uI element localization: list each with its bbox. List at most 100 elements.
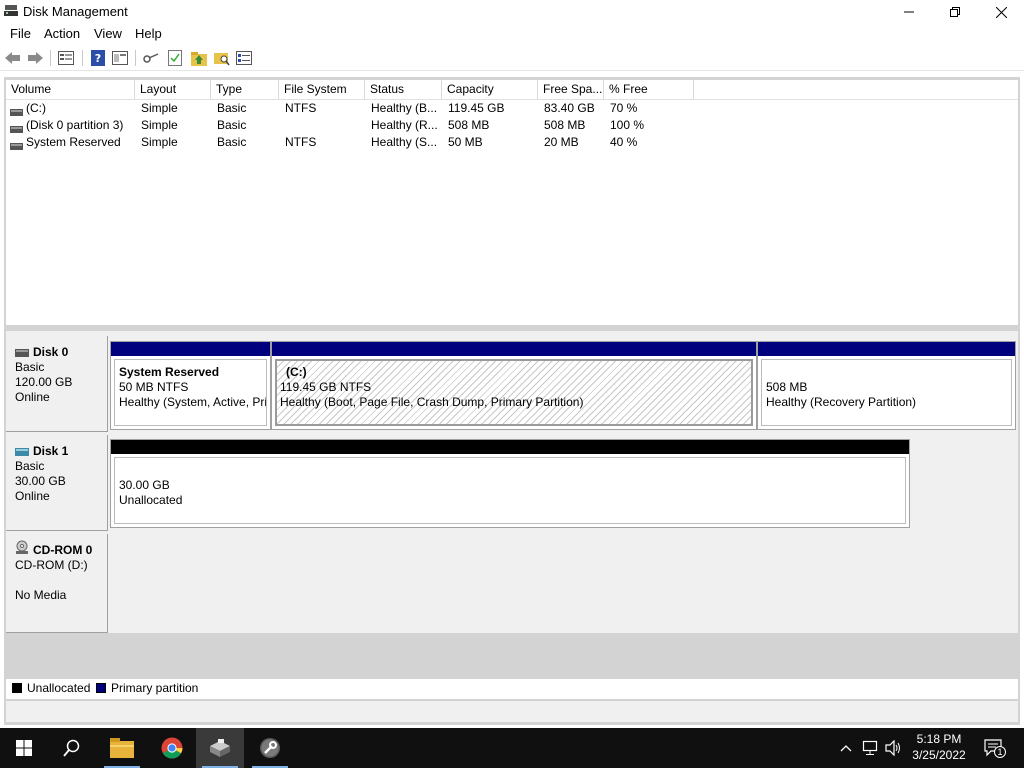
column-layout[interactable]: Layout [135, 80, 211, 99]
partition-body: System Reserved 50 MB NTFS Healthy (Syst… [114, 359, 267, 426]
menu-action[interactable]: Action [44, 26, 80, 41]
folder-up-icon [191, 52, 207, 66]
legend-swatch-unallocated [12, 683, 22, 693]
close-button[interactable] [978, 0, 1024, 24]
drive-icon [10, 105, 23, 116]
partition-system-reserved[interactable]: System Reserved 50 MB NTFS Healthy (Syst… [110, 341, 271, 430]
cell-type: Basic [217, 101, 247, 115]
partition-unallocated[interactable]: 30.00 GB Unallocated [110, 439, 910, 528]
cell-volume: (C:) [26, 101, 46, 115]
menu-file[interactable]: File [10, 26, 31, 41]
network-icon [862, 740, 878, 755]
partition-body-selected: (C:) 119.45 GB NTFS Healthy (Boot, Page … [275, 359, 753, 426]
legend: Unallocated Primary partition [6, 679, 1018, 699]
cell-free-space: 508 MB [544, 118, 586, 132]
column-file-system[interactable]: File System [279, 80, 365, 99]
primary-partition-bar [272, 342, 756, 356]
notification-count-badge: 1 [994, 746, 1006, 758]
partition-c-drive[interactable]: (C:) 119.45 GB NTFS Healthy (Boot, Page … [271, 341, 757, 430]
search-folder-button[interactable] [213, 49, 231, 67]
speaker-icon [885, 740, 900, 756]
disk-icon [15, 346, 29, 360]
list-view-icon [58, 51, 74, 65]
close-icon [995, 6, 1007, 18]
disk-0-label[interactable]: Disk 0 Basic 120.00 GB Online [6, 336, 108, 432]
cell-type: Basic [217, 118, 247, 132]
primary-partition-bar [758, 342, 1015, 356]
drive-icon [10, 122, 23, 133]
column-volume[interactable]: Volume [6, 80, 135, 99]
settings-list-button[interactable] [235, 49, 253, 67]
volume-button[interactable] [884, 738, 904, 758]
partition-size: 30.00 GB [119, 478, 170, 492]
cdrom-0-label[interactable]: CD-ROM 0 CD-ROM (D:) No Media [6, 534, 108, 633]
search-button[interactable] [48, 728, 96, 768]
cell-free-space: 20 MB [544, 135, 579, 149]
settings-tool-button[interactable] [246, 728, 294, 768]
legend-label-unallocated: Unallocated [27, 681, 91, 695]
restore-icon [950, 7, 960, 17]
column-status[interactable]: Status [365, 80, 442, 99]
partition-recovery[interactable]: 508 MB Healthy (Recovery Partition) [757, 341, 1016, 430]
partition-status: Healthy (Recovery Partition) [766, 395, 917, 409]
cell-file-system: NTFS [285, 101, 317, 115]
cell-volume: (Disk 0 partition 3) [26, 118, 124, 132]
disk-name: Disk 1 [33, 444, 69, 458]
cell-file-system [285, 117, 365, 134]
cell-status: Healthy (B... [371, 101, 438, 115]
chrome-button[interactable] [148, 728, 196, 768]
legend-swatch-primary [96, 683, 106, 693]
partition-title: (C:) [286, 365, 307, 379]
legend-label-primary: Primary partition [111, 681, 199, 695]
help-button[interactable]: ? [89, 49, 107, 67]
disk-graphical-view: Disk 0 Basic 120.00 GB Online System Res… [6, 331, 1018, 633]
disk-kind: Basic [15, 459, 45, 473]
taskbar-clock[interactable]: 5:18 PM 3/25/2022 [902, 731, 976, 763]
start-button[interactable] [0, 728, 48, 768]
network-button[interactable] [861, 738, 881, 758]
cell-volume: System Reserved [26, 135, 121, 149]
table-row[interactable]: System Reserved Simple Basic NTFS Health… [6, 134, 1018, 151]
settings-list-icon [236, 51, 252, 65]
back-button[interactable] [4, 49, 22, 67]
start-icon [16, 740, 32, 756]
partition-body: 508 MB Healthy (Recovery Partition) [761, 359, 1012, 426]
cell-capacity: 508 MB [448, 118, 490, 132]
table-row[interactable]: (C:) Simple Basic NTFS Healthy (B... 119… [6, 100, 1018, 117]
cell-layout: Simple [141, 101, 178, 115]
settings-tool-icon [260, 738, 280, 758]
column-capacity[interactable]: Capacity [442, 80, 538, 99]
back-arrow-icon [5, 52, 20, 64]
table-row[interactable]: (Disk 0 partition 3) Simple Basic Health… [6, 117, 1018, 134]
minimize-button[interactable] [886, 0, 932, 24]
menu-view[interactable]: View [94, 26, 122, 41]
check-icon [168, 50, 182, 66]
key-button[interactable] [142, 49, 160, 67]
toolbar-separator [135, 50, 136, 66]
search-folder-icon [214, 53, 230, 66]
disk-management-icon [4, 5, 18, 17]
disk-name: Disk 0 [33, 345, 69, 359]
volume-list[interactable]: Volume Layout Type File System Status Ca… [6, 80, 1018, 325]
column-free-space[interactable]: Free Spa... [538, 80, 604, 99]
action-center-button[interactable]: 1 [982, 738, 1006, 758]
disk-state: No Media [15, 588, 67, 602]
column-percent-free[interactable]: % Free [604, 80, 694, 99]
disk-state: Online [15, 390, 50, 404]
list-view-button[interactable] [57, 49, 75, 67]
disk-1-label[interactable]: Disk 1 Basic 30.00 GB Online [6, 435, 108, 531]
folder-up-button[interactable] [190, 49, 208, 67]
cell-status: Healthy (R... [371, 118, 438, 132]
properties-button[interactable] [111, 49, 129, 67]
disk-management-taskbar-button[interactable] [196, 728, 244, 768]
forward-button[interactable] [26, 49, 44, 67]
menu-help[interactable]: Help [135, 26, 162, 41]
toolbar-separator [50, 50, 51, 66]
restore-button[interactable] [932, 0, 978, 24]
file-explorer-button[interactable] [98, 728, 146, 768]
check-button[interactable] [166, 49, 184, 67]
column-type[interactable]: Type [211, 80, 279, 99]
cell-percent-free: 70 % [610, 101, 638, 115]
show-hidden-icons-button[interactable] [836, 738, 856, 758]
cell-percent-free: 40 % [610, 135, 638, 149]
